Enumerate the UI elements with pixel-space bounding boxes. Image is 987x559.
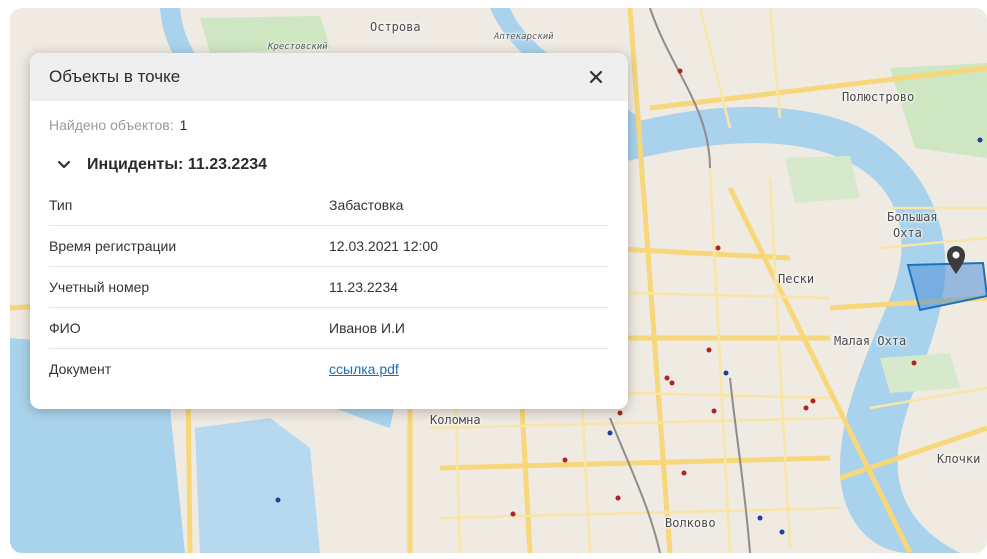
attribute-key: Учетный номер: [49, 279, 150, 295]
map-label-malaya-okhta: Малая Охта: [834, 334, 907, 348]
attribute-row-type: Тип Забастовка: [49, 185, 608, 226]
popup-title: Объекты в точке: [49, 67, 181, 86]
attribute-value: 12.03.2021 12:00: [329, 238, 438, 254]
map-park-east: [785, 156, 860, 203]
attribute-value: Иванов И.И: [329, 320, 405, 336]
attribute-value: 11.23.2234: [329, 279, 399, 295]
attribute-row-registration-time: Время регистрации 12.03.2021 12:00: [49, 226, 608, 267]
map-label-peski: Пески: [778, 272, 815, 286]
map-label-volkovo: Волково: [665, 516, 716, 530]
map-park-okhta: [880, 353, 960, 393]
map-label-ostrova: Острова: [370, 20, 421, 34]
attribute-key: Время регистрации: [49, 238, 177, 254]
map-label-klochki: Клочки: [937, 452, 981, 466]
close-button[interactable]: [584, 65, 608, 89]
incident-attributes: Тип Забастовка Время регистрации 12.03.2…: [49, 185, 608, 389]
map-label-kolomna: Коломна: [430, 413, 481, 427]
attribute-row-full-name: ФИО Иванов И.И: [49, 308, 608, 349]
map-label-aptekarsky: Аптекарский: [494, 32, 554, 42]
incident-group-title: Инциденты: 11.23.2234: [87, 156, 268, 173]
close-icon: [589, 70, 603, 84]
objects-at-point-popup: Объекты в точке Найдено объектов: 1 Инцид…: [30, 53, 628, 409]
attribute-key: Тип: [49, 197, 73, 213]
found-label: Найдено объектов:: [49, 117, 174, 133]
map-label-krestovsky: Крестовский: [268, 42, 328, 52]
map-container[interactable]: Острова Крестовский Аптекарский Полюстро…: [10, 8, 987, 553]
popup-header: Объекты в точке: [30, 53, 628, 101]
map-label-okhta: Охта: [893, 226, 922, 240]
attribute-value: Забастовка: [329, 197, 404, 213]
attribute-key: Документ: [49, 361, 112, 377]
attribute-row-account-number: Учетный номер 11.23.2234: [49, 267, 608, 308]
map-label-bolshaya: Большая: [887, 210, 938, 224]
map-label-polyustrovo: Полюстрово: [842, 90, 915, 104]
document-link[interactable]: ссылка.pdf: [329, 361, 399, 377]
found-objects: Найдено объектов: 1: [49, 117, 628, 133]
attribute-row-document: Документ ссылка.pdf: [49, 349, 608, 389]
attribute-key: ФИО: [49, 320, 81, 336]
incident-group-toggle[interactable]: Инциденты: 11.23.2234: [57, 155, 628, 175]
found-count: 1: [179, 117, 188, 133]
chevron-down-icon: [57, 160, 71, 169]
